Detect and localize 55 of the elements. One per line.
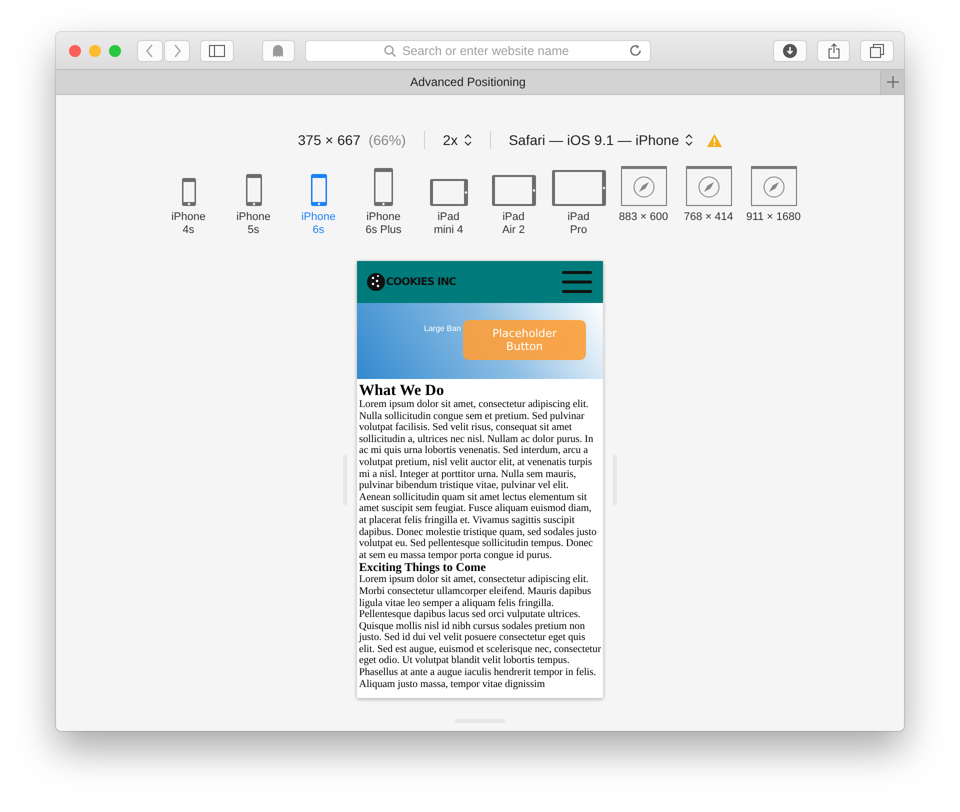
share-icon [828, 42, 840, 58]
site-logo: COOKIES INC [386, 276, 456, 288]
phone-icon [182, 178, 196, 206]
device-option[interactable]: iPhone 5s [221, 166, 286, 237]
banner-text: Large Ban [424, 324, 461, 333]
user-agent-select[interactable]: Safari — iOS 9.1 — iPhone [508, 132, 694, 148]
device-option[interactable]: iPhone 4s [156, 166, 221, 237]
body-paragraph: Lorem ipsum dolor sit amet, consectetur adipiscing elit. Morbi consectetur ullamcorper eleifend. Mauris dapibus ligula vitae leo semper a aliquam felis fringilla. Pellentesque dapibus lacus sed orci vulputate ultrices. Quisque mollis nisl id nibh cursus sodales pretium non justo. Sed id dui vel velit posuere consectetur eget quis elit. Sed est augue, euismod et scelerisque nec, consectetur eget odio. Ut volutpat blandit velit lobortis tempus. Phasellus at ante a augue iaculis hendrerit tempor in felis. Aliquam justo massa, tempor vitae dignissim [359, 574, 601, 690]
browser-window-icon [620, 166, 666, 206]
tablet-icon [552, 170, 606, 206]
device-option[interactable]: 883 × 600 [611, 166, 676, 224]
viewport-dimensions: 375 × 667 [298, 132, 361, 148]
zoom-button[interactable] [109, 44, 121, 56]
download-button[interactable] [773, 40, 807, 62]
device-option[interactable]: 768 × 414 [676, 166, 741, 224]
stepper-icon [464, 134, 472, 146]
sidebar-button[interactable] [200, 40, 234, 62]
reload-icon[interactable] [629, 44, 642, 56]
stepper-icon [685, 134, 694, 146]
cookie-icon [367, 273, 385, 291]
menu-icon[interactable] [562, 271, 592, 293]
close-button[interactable] [69, 44, 81, 56]
phone-icon [310, 174, 326, 206]
chevron-right-icon [172, 44, 182, 58]
search-icon [384, 44, 396, 56]
private-mode-button[interactable] [262, 40, 296, 62]
forward-button[interactable] [164, 40, 190, 62]
phone-icon [246, 174, 262, 206]
phone-icon [374, 168, 393, 206]
share-button[interactable] [816, 40, 850, 62]
tablet-icon [492, 175, 536, 206]
browser-window-icon [750, 166, 796, 206]
device-option[interactable]: iPad mini 4 [416, 166, 481, 237]
device-option[interactable]: iPhone 6s Plus [351, 166, 416, 237]
sidebar-icon [208, 44, 225, 56]
device-option[interactable]: iPad Pro [546, 166, 611, 237]
minimize-button[interactable] [89, 44, 101, 56]
section-heading: Exciting Things to Come [359, 561, 486, 574]
section-heading: What We Do [359, 382, 445, 399]
chevron-left-icon [145, 44, 155, 58]
tablet-icon [430, 179, 468, 206]
plus-icon [886, 76, 898, 88]
download-icon [783, 44, 798, 58]
body-paragraph: Lorem ipsum dolor sit amet, consectetur adipiscing elit. Nulla sollicitudin congue sem et pretium. Sed pulvinar volutpat facilisis. Sed velit risus, consequat sit amet sollicitudin a, ultrices nec nisl. Nullam ac dolor purus. In ac mi quis urna lobortis venenatis. Sed interdum, arcu a volutpat pretium, nisl velit auctor elit, at venenatis turpis mi a nisl. Integer at porttitor urna. Nulla sem mauris, pulvinar bibendum tristique vitae, pulvinar vel elit. Aenean sollicitudin quam sit amet lectus elementum sit amet suscipit sem feugiat. Fusce aliquam euismod diam, at placerat felis fringilla et. Vivamus sagittis suscipit dapibus. Donec molestie tristique quam, sed sodales justo volutpat eu. Sed pellentesque sollicitudin tempus. Donec at sem eu massa tempor porta congue id purus. [359, 399, 598, 562]
back-button[interactable] [137, 40, 163, 62]
tabs-overview-button[interactable] [860, 40, 894, 62]
new-tab-button[interactable] [880, 70, 904, 94]
address-field[interactable]: Search or enter website name [305, 40, 652, 62]
pixel-ratio-select[interactable]: 2x [442, 132, 472, 148]
device-option[interactable]: iPad Air 2 [481, 166, 546, 237]
zoom-percentage: (66%) [368, 132, 406, 148]
tabs-icon [870, 44, 884, 58]
ghost-icon [272, 44, 284, 58]
device-option[interactable]: 911 × 1680 [741, 166, 806, 224]
browser-window-icon [686, 166, 732, 206]
